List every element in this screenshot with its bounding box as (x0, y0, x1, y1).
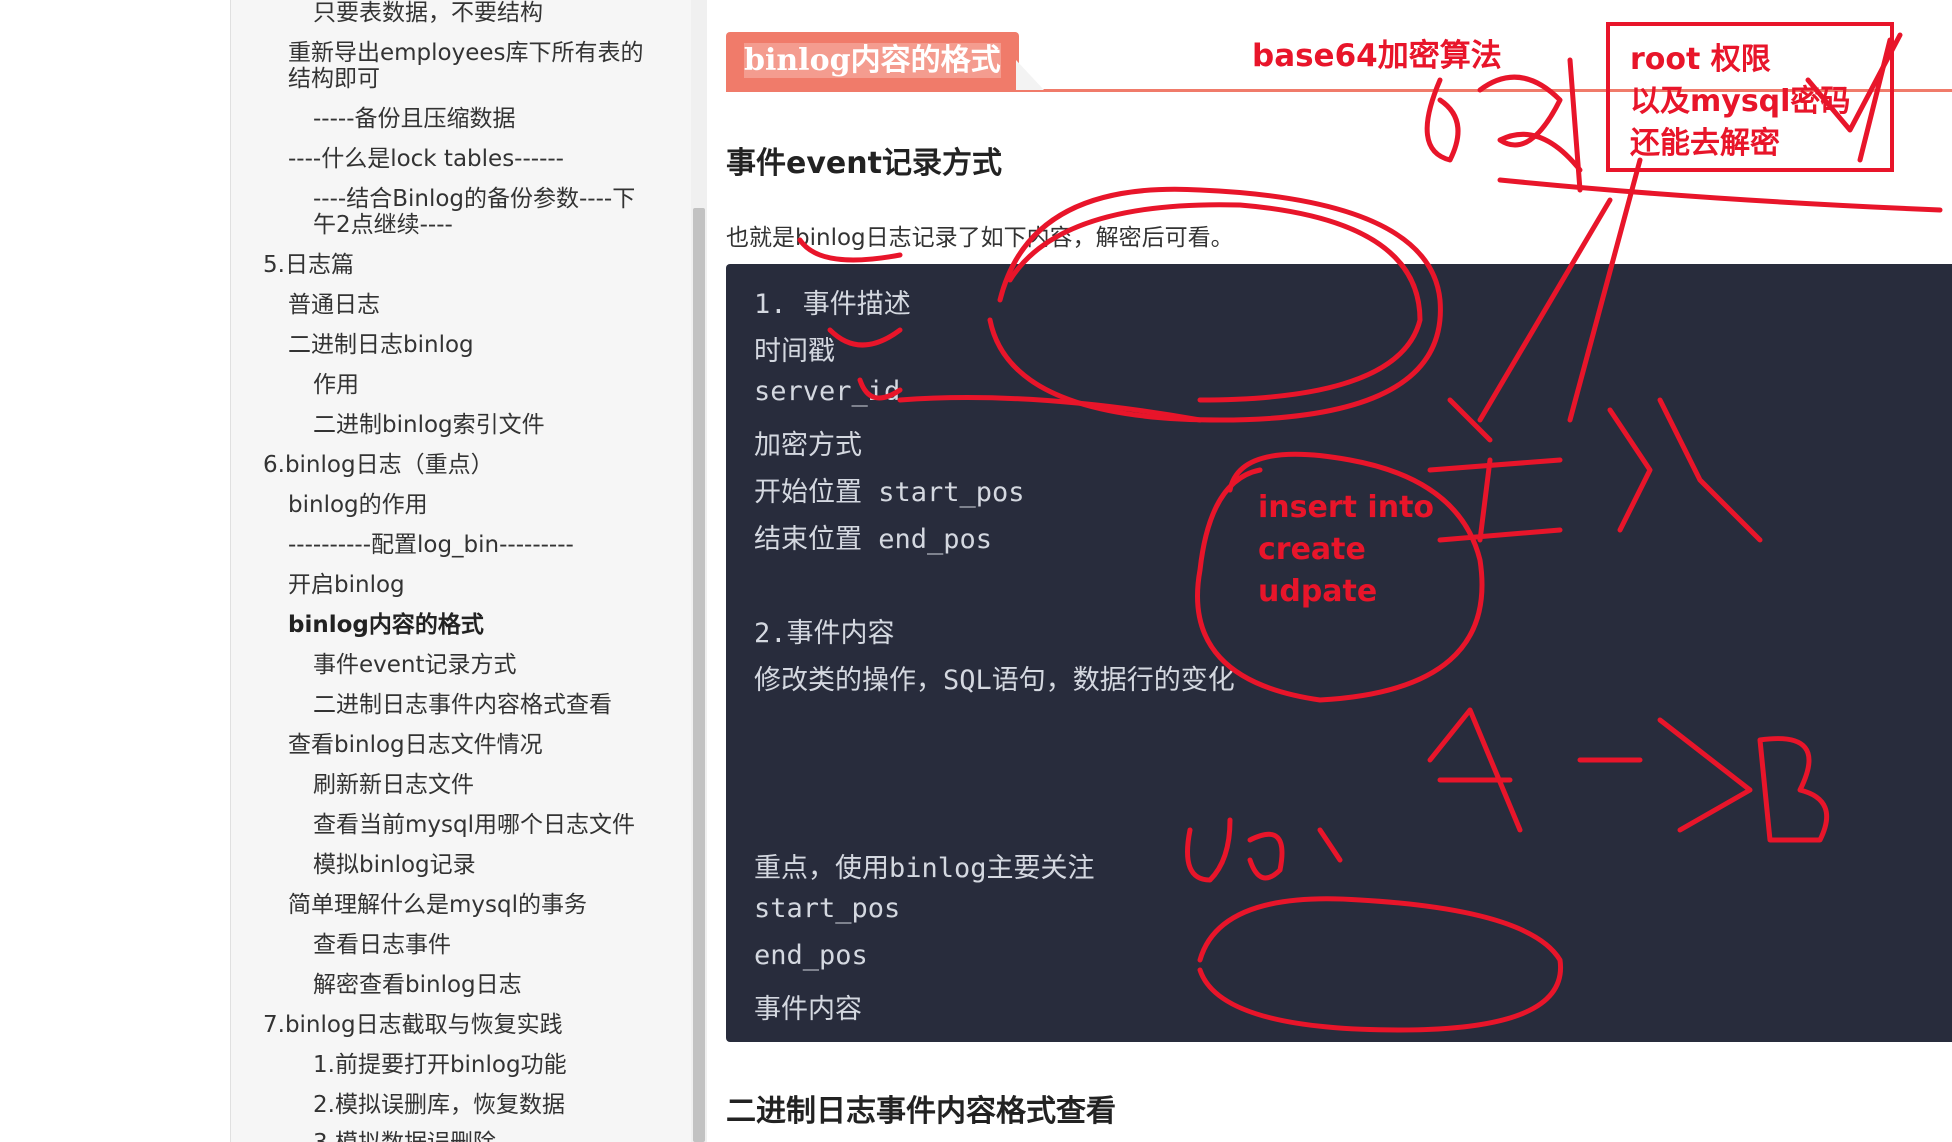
toc-item[interactable]: 普通日志 (288, 292, 380, 318)
toc-item[interactable]: 开启binlog (288, 572, 405, 598)
code-line: 时间戳 (754, 336, 835, 367)
toc-item[interactable]: 只要表数据，不要结构 (313, 0, 543, 26)
toc-item[interactable]: ----结合Binlog的备份参数----下午2点继续---- (313, 186, 658, 238)
toc-item-active[interactable]: binlog内容的格式 (288, 612, 484, 638)
code-line: 1. 事件描述 (754, 289, 911, 320)
code-line: 开始位置 start_pos (754, 477, 1025, 508)
toc-item[interactable]: 3.模拟数据误删除 (313, 1130, 496, 1142)
toc-item[interactable]: 查看binlog日志文件情况 (288, 732, 543, 758)
section-title-text: binlog内容的格式 (744, 43, 1001, 78)
code-line: end_pos (754, 940, 868, 971)
heading-corner (1016, 60, 1044, 90)
toc-item[interactable]: 1.前提要打开binlog功能 (313, 1052, 567, 1078)
toc-item[interactable]: 模拟binlog记录 (313, 852, 476, 878)
toc-item[interactable]: ----什么是lock tables------ (288, 146, 564, 172)
toc-item[interactable]: 6.binlog日志（重点） (263, 452, 494, 478)
code-line: 2.事件内容 (754, 618, 895, 649)
toc-item[interactable]: 查看日志事件 (313, 932, 451, 958)
toc-item[interactable]: 查看当前mysql用哪个日志文件 (313, 812, 635, 838)
section-title: binlog内容的格式 (726, 32, 1019, 90)
sidebar-scrollbar-thumb[interactable] (693, 208, 705, 1142)
toc-item[interactable]: 7.binlog日志截取与恢复实践 (263, 1012, 563, 1038)
toc-item[interactable]: 二进制日志事件内容格式查看 (313, 692, 612, 718)
code-line: 事件内容 (754, 994, 862, 1025)
toc-item[interactable]: ----------配置log_bin--------- (288, 532, 574, 558)
intro-paragraph: 也就是binlog日志记录了如下内容，解密后可看。 (726, 225, 1234, 251)
code-line: 结束位置 end_pos (754, 524, 993, 555)
toc-item[interactable]: 5.日志篇 (263, 252, 354, 278)
article-content: binlog内容的格式 事件event记录方式 也就是binlog日志记录了如下… (708, 0, 1952, 1142)
toc-item[interactable]: 事件event记录方式 (313, 652, 517, 678)
section-heading: binlog内容的格式 (726, 32, 1952, 92)
code-line: 加密方式 (754, 430, 862, 461)
left-margin (0, 0, 231, 1142)
toc-item[interactable]: 作用 (313, 372, 359, 398)
code-line: server_id (754, 376, 901, 407)
toc-item[interactable]: 二进制日志binlog (288, 332, 474, 358)
code-line: 重点，使用binlog主要关注 (754, 853, 1095, 884)
code-line: 修改类的操作，SQL语句，数据行的变化 (754, 665, 1235, 696)
subheading-format: 二进制日志事件内容格式查看 (726, 1094, 1116, 1129)
toc-item[interactable]: 解密查看binlog日志 (313, 972, 522, 998)
toc-item[interactable]: -----备份且压缩数据 (313, 106, 516, 132)
subheading-event: 事件event记录方式 (726, 146, 1002, 181)
toc-item[interactable]: 重新导出employees库下所有表的结构即可 (288, 40, 658, 92)
toc-item[interactable]: 简单理解什么是mysql的事务 (288, 892, 587, 918)
toc-sidebar: 只要表数据，不要结构 重新导出employees库下所有表的结构即可 -----… (231, 0, 691, 1142)
code-block: 1. 事件描述 时间戳 server_id 加密方式 开始位置 start_po… (726, 264, 1952, 1042)
toc-item[interactable]: binlog的作用 (288, 492, 428, 518)
code-line: start_pos (754, 893, 901, 924)
toc-item[interactable]: 二进制binlog索引文件 (313, 412, 545, 438)
toc-item[interactable]: 刷新新日志文件 (313, 772, 474, 798)
toc-item[interactable]: 2.模拟误删库，恢复数据 (313, 1092, 565, 1118)
